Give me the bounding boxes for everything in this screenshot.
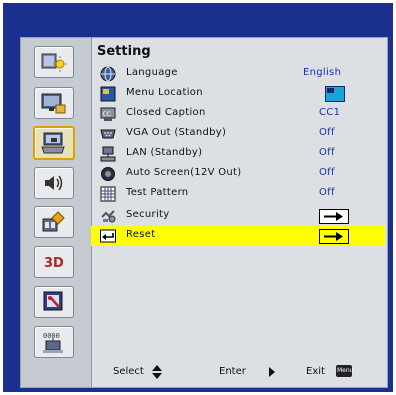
sidebar-item-network[interactable]: 0000 xyxy=(34,326,74,358)
test-pattern-value: Off xyxy=(319,187,335,198)
select-hint-label: Select xyxy=(113,366,144,377)
caption-icon: CC xyxy=(100,107,116,121)
up-down-arrows-icon xyxy=(152,365,162,379)
menu-item-reset[interactable]: Reset xyxy=(91,226,385,246)
volume-icon xyxy=(45,175,63,191)
lan-value: Off xyxy=(319,147,335,158)
sidebar-item-options[interactable] xyxy=(34,206,74,238)
menu-item-closed-caption[interactable]: CC Closed Caption CC1 xyxy=(91,104,385,124)
reset-icon xyxy=(100,229,116,243)
display-icon xyxy=(41,93,66,114)
menu-item-label: Test Pattern xyxy=(126,187,189,198)
3d-icon: 3D xyxy=(44,256,64,271)
lamp-icon xyxy=(43,291,63,311)
key-hint-bar: Select Enter Exit Menu xyxy=(91,363,385,381)
page-title: Setting xyxy=(97,44,151,59)
menu-location-icon xyxy=(100,86,116,102)
auto-screen-value: Off xyxy=(319,167,335,178)
arrow-right-icon xyxy=(324,232,343,241)
menu-item-label: Language xyxy=(126,67,178,78)
network-icon: 0000 xyxy=(43,332,63,353)
category-sidebar: 3D 0000 xyxy=(21,38,92,387)
sidebar-item-3d[interactable]: 3D xyxy=(34,246,74,278)
vga-out-value: Off xyxy=(319,127,335,138)
menu-key-icon: Menu xyxy=(336,365,353,377)
security-icon xyxy=(101,210,116,223)
setting-icon xyxy=(41,132,65,154)
options-icon xyxy=(42,211,65,232)
menu-item-label: LAN (Standby) xyxy=(126,147,203,158)
sidebar-item-image[interactable] xyxy=(34,46,74,78)
arrow-right-icon xyxy=(324,212,343,221)
right-arrow-icon xyxy=(269,367,275,377)
menu-item-label: Auto Screen(12V Out) xyxy=(126,167,242,178)
reset-enter-arrow[interactable] xyxy=(319,229,349,244)
menu-item-language[interactable]: Language English xyxy=(91,64,385,84)
menu-item-label: VGA Out (Standby) xyxy=(126,127,227,138)
osd-panel: 3D 0000 Setting Language English Menu Lo… xyxy=(20,37,388,388)
vga-icon xyxy=(100,129,116,139)
sidebar-item-display[interactable] xyxy=(34,87,74,119)
menu-location-preview-icon xyxy=(325,86,345,102)
menu-item-security[interactable]: Security xyxy=(91,206,385,226)
menu-item-label: Closed Caption xyxy=(126,107,206,118)
menu-item-test-pattern[interactable]: Test Pattern Off xyxy=(91,184,385,204)
sidebar-item-lamp[interactable] xyxy=(34,286,74,318)
lan-icon xyxy=(100,146,116,162)
enter-hint-label: Enter xyxy=(219,366,246,377)
menu-item-label: Menu Location xyxy=(126,87,203,98)
menu-item-label: Reset xyxy=(126,229,156,240)
closed-caption-value: CC1 xyxy=(319,107,341,118)
menu-item-lan[interactable]: LAN (Standby) Off xyxy=(91,144,385,164)
globe-icon xyxy=(100,66,116,82)
exit-hint-label: Exit xyxy=(306,366,325,377)
svg-text:CC: CC xyxy=(103,111,111,118)
test-pattern-icon xyxy=(100,186,116,202)
svg-text:3D: 3D xyxy=(44,256,64,271)
osd-frame: 3D 0000 Setting Language English Menu Lo… xyxy=(3,3,393,392)
security-enter-arrow[interactable] xyxy=(319,209,349,224)
menu-item-label: Security xyxy=(126,209,170,220)
menu-item-vga-out[interactable]: VGA Out (Standby) Off xyxy=(91,124,385,144)
language-value: English xyxy=(303,67,342,78)
image-settings-icon xyxy=(41,53,67,72)
svg-text:0000: 0000 xyxy=(43,332,60,340)
menu-item-menu-location[interactable]: Menu Location xyxy=(91,84,385,104)
sidebar-item-volume[interactable] xyxy=(34,167,74,199)
screen-icon xyxy=(101,167,115,181)
menu-item-auto-screen[interactable]: Auto Screen(12V Out) Off xyxy=(91,164,385,184)
sidebar-item-setting[interactable] xyxy=(33,126,75,160)
